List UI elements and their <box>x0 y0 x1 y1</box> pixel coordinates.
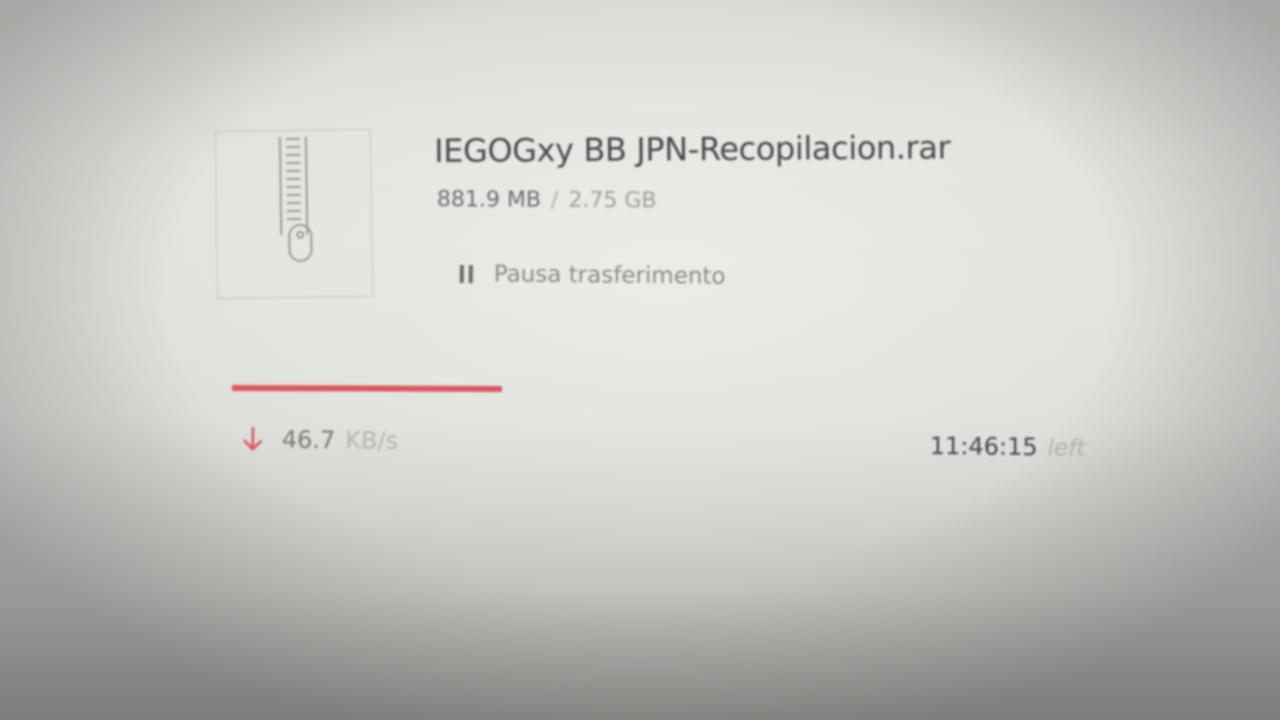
speed-unit: KB/s <box>345 426 399 455</box>
pause-transfer-label: Pausa trasferimento <box>493 261 726 290</box>
pause-transfer-button[interactable]: Pausa trasferimento <box>458 258 726 293</box>
size-separator: / <box>550 187 559 213</box>
pause-icon <box>458 265 474 283</box>
speed-value: 46.7 <box>281 425 336 455</box>
time-remaining: 11:46:15 left <box>930 432 1086 462</box>
time-remaining-value: 11:46:15 <box>929 432 1038 462</box>
download-card: IEGOGxy BB JPN-Recopilacion.rar 881.9 MB… <box>0 0 1280 720</box>
file-name: IEGOGxy BB JPN-Recopilacion.rar <box>434 128 951 170</box>
archive-zipper-icon <box>214 128 374 300</box>
total-size: 2.75 GB <box>568 187 657 214</box>
download-progress-fill <box>231 385 503 392</box>
downloaded-size: 881.9 MB <box>436 187 542 213</box>
download-size: 881.9 MB / 2.75 GB <box>437 187 657 214</box>
time-remaining-suffix: left <box>1047 435 1086 462</box>
download-progress-bar <box>231 385 1272 395</box>
arrow-down-icon <box>243 426 263 451</box>
download-speed: 46.7 KB/s <box>240 425 399 455</box>
